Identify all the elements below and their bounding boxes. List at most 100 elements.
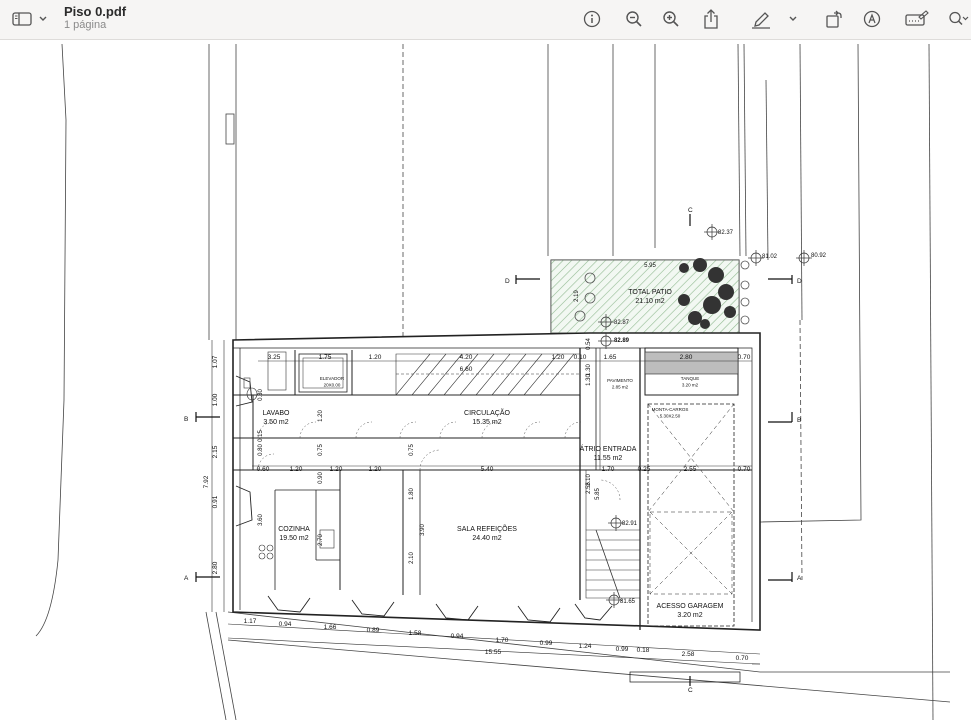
dimension-label: 2.10 <box>409 552 415 564</box>
rotate-button[interactable] <box>823 6 845 32</box>
annotate-button[interactable] <box>861 6 883 32</box>
room-area: 3.20 m2 <box>682 383 699 388</box>
dimension-label: 0.99 <box>540 640 553 647</box>
room-name: COZINHA <box>278 526 310 533</box>
dimension-label: 1.20 <box>369 466 382 473</box>
dimension-label: 3.60 <box>258 514 264 526</box>
chevron-down-icon <box>789 16 797 21</box>
dimension-label: 2.70 <box>318 534 324 546</box>
room-name: ELEVADOR <box>320 376 345 381</box>
dimension-label: 2.55 <box>586 482 592 494</box>
dimension-label: 2.19 <box>574 290 580 302</box>
dimension-label: 0.94 <box>279 621 292 628</box>
page-count: 1 página <box>64 19 107 31</box>
room-area: 3.50 m2 <box>263 419 288 426</box>
room-area: 15.35 m2 <box>472 419 501 426</box>
dimension-label: 1.20 <box>552 354 565 361</box>
zoom-in-icon <box>663 11 679 27</box>
dimension-label: 1.17 <box>244 618 257 625</box>
dimension-label: 1.75 <box>319 354 332 361</box>
toolbar: Piso 0.pdf 1 página <box>0 0 971 40</box>
section-mark: A <box>184 575 189 582</box>
dimension-label: 0.70 <box>738 466 751 473</box>
file-name: Piso 0.pdf <box>64 4 127 19</box>
dimension-label: 0.15 <box>258 430 264 442</box>
zoom-in-button[interactable] <box>660 6 682 32</box>
room-area: 19.50 m2 <box>279 535 308 542</box>
markup-pen-icon <box>752 12 770 29</box>
dimension-label: 15.55 <box>485 649 502 656</box>
bay-windows <box>235 375 613 623</box>
dimension-label: 1.30 <box>586 374 592 386</box>
room-area: 3.20 m2 <box>677 612 702 619</box>
section-mark: D <box>505 278 510 285</box>
room-name: TANQUE <box>681 376 699 381</box>
dimension-label: 2.15 <box>212 445 219 458</box>
dimension-label: 6.60 <box>460 366 473 373</box>
floor-plan-drawing: LAVABO 3.50 m2 CIRCULAÇÃO 15.35 m2 COZINHA 19… <box>35 43 951 720</box>
share-icon <box>704 9 718 29</box>
dimension-label: 5.85 <box>595 488 601 500</box>
level-value: 80.92 <box>811 253 827 259</box>
annotate-icon <box>863 10 881 28</box>
room-name: ÁTRIO ENTRADA <box>580 444 637 453</box>
room-area: 24.40 m2 <box>472 535 501 542</box>
dimension-label: 0.91 <box>212 495 219 508</box>
dimension-label: 0.70 <box>736 655 749 662</box>
dimension-label: 0.70 <box>738 354 751 361</box>
dimension-label: 1.65 <box>604 354 617 361</box>
room-name: CIRCULAÇÃO <box>464 408 510 417</box>
dimension-label: 1.70 <box>602 466 615 473</box>
level-value: 82.91 <box>622 521 638 527</box>
markup-menu-button[interactable] <box>786 6 800 32</box>
search-icon <box>949 11 969 26</box>
room-area: 11.55 m2 <box>594 455 623 462</box>
dimension-label: 1.30 <box>586 364 592 376</box>
room-area: 20X0.00 <box>324 383 341 388</box>
level-value: 81.65 <box>620 599 636 605</box>
document-title: Piso 0.pdf 1 página <box>64 4 126 32</box>
search-button[interactable] <box>948 6 971 32</box>
dimension-label: 1.80 <box>409 488 415 500</box>
dimension-label: 1.58 <box>409 630 422 637</box>
dimension-label: 3.25 <box>268 354 281 361</box>
dimension-label: 0.99 <box>616 646 629 653</box>
chevron-down-icon <box>39 16 47 21</box>
dimension-label: 1.20 <box>369 354 382 361</box>
sidebar-icon <box>12 12 32 26</box>
dimension-label: 1.24 <box>579 643 592 650</box>
level-value: 82.87 <box>614 320 630 326</box>
section-mark: D <box>797 278 802 285</box>
markup-button[interactable] <box>748 6 774 32</box>
section-mark: C <box>688 687 693 694</box>
share-button[interactable] <box>700 6 722 32</box>
zoom-out-button[interactable] <box>623 6 645 32</box>
section-mark: B <box>184 416 188 423</box>
dimension-label: 0.30 <box>258 389 264 401</box>
section-mark: A <box>797 575 802 582</box>
dimension-label: 1.20 <box>290 466 303 473</box>
dimension-label: 2.58 <box>682 651 695 658</box>
level-value: 82.37 <box>718 230 734 236</box>
section-mark: B <box>797 417 801 424</box>
pdf-page[interactable]: LAVABO 3.50 m2 CIRCULAÇÃO 15.35 m2 COZINHA 19… <box>0 41 971 720</box>
dimension-label: 0.94 <box>451 633 464 640</box>
level-value: 81.02 <box>762 254 778 260</box>
dimension-label: 4.20 <box>460 354 473 361</box>
dimension-label: 0.75 <box>409 444 415 456</box>
room-area: 2.85 m2 <box>612 385 629 390</box>
dimension-label: 0.75 <box>318 444 324 456</box>
level-value: 82.89 <box>614 338 630 344</box>
room-name: LAVABO <box>263 410 291 417</box>
dimension-label: 2.55 <box>684 466 697 473</box>
dimension-label: 1.20 <box>330 466 343 473</box>
room-name: TOTAL PATIO <box>628 289 672 296</box>
dimension-label: 7.92 <box>203 475 210 488</box>
dimension-label: 0.89 <box>367 627 380 634</box>
dimension-label: 5.95 <box>644 263 656 269</box>
sidebar-toggle-button[interactable] <box>10 6 50 32</box>
info-button[interactable] <box>581 6 603 32</box>
dimension-label: 5.40 <box>481 466 494 473</box>
form-fill-button[interactable] <box>904 6 930 32</box>
stairs <box>395 353 641 599</box>
